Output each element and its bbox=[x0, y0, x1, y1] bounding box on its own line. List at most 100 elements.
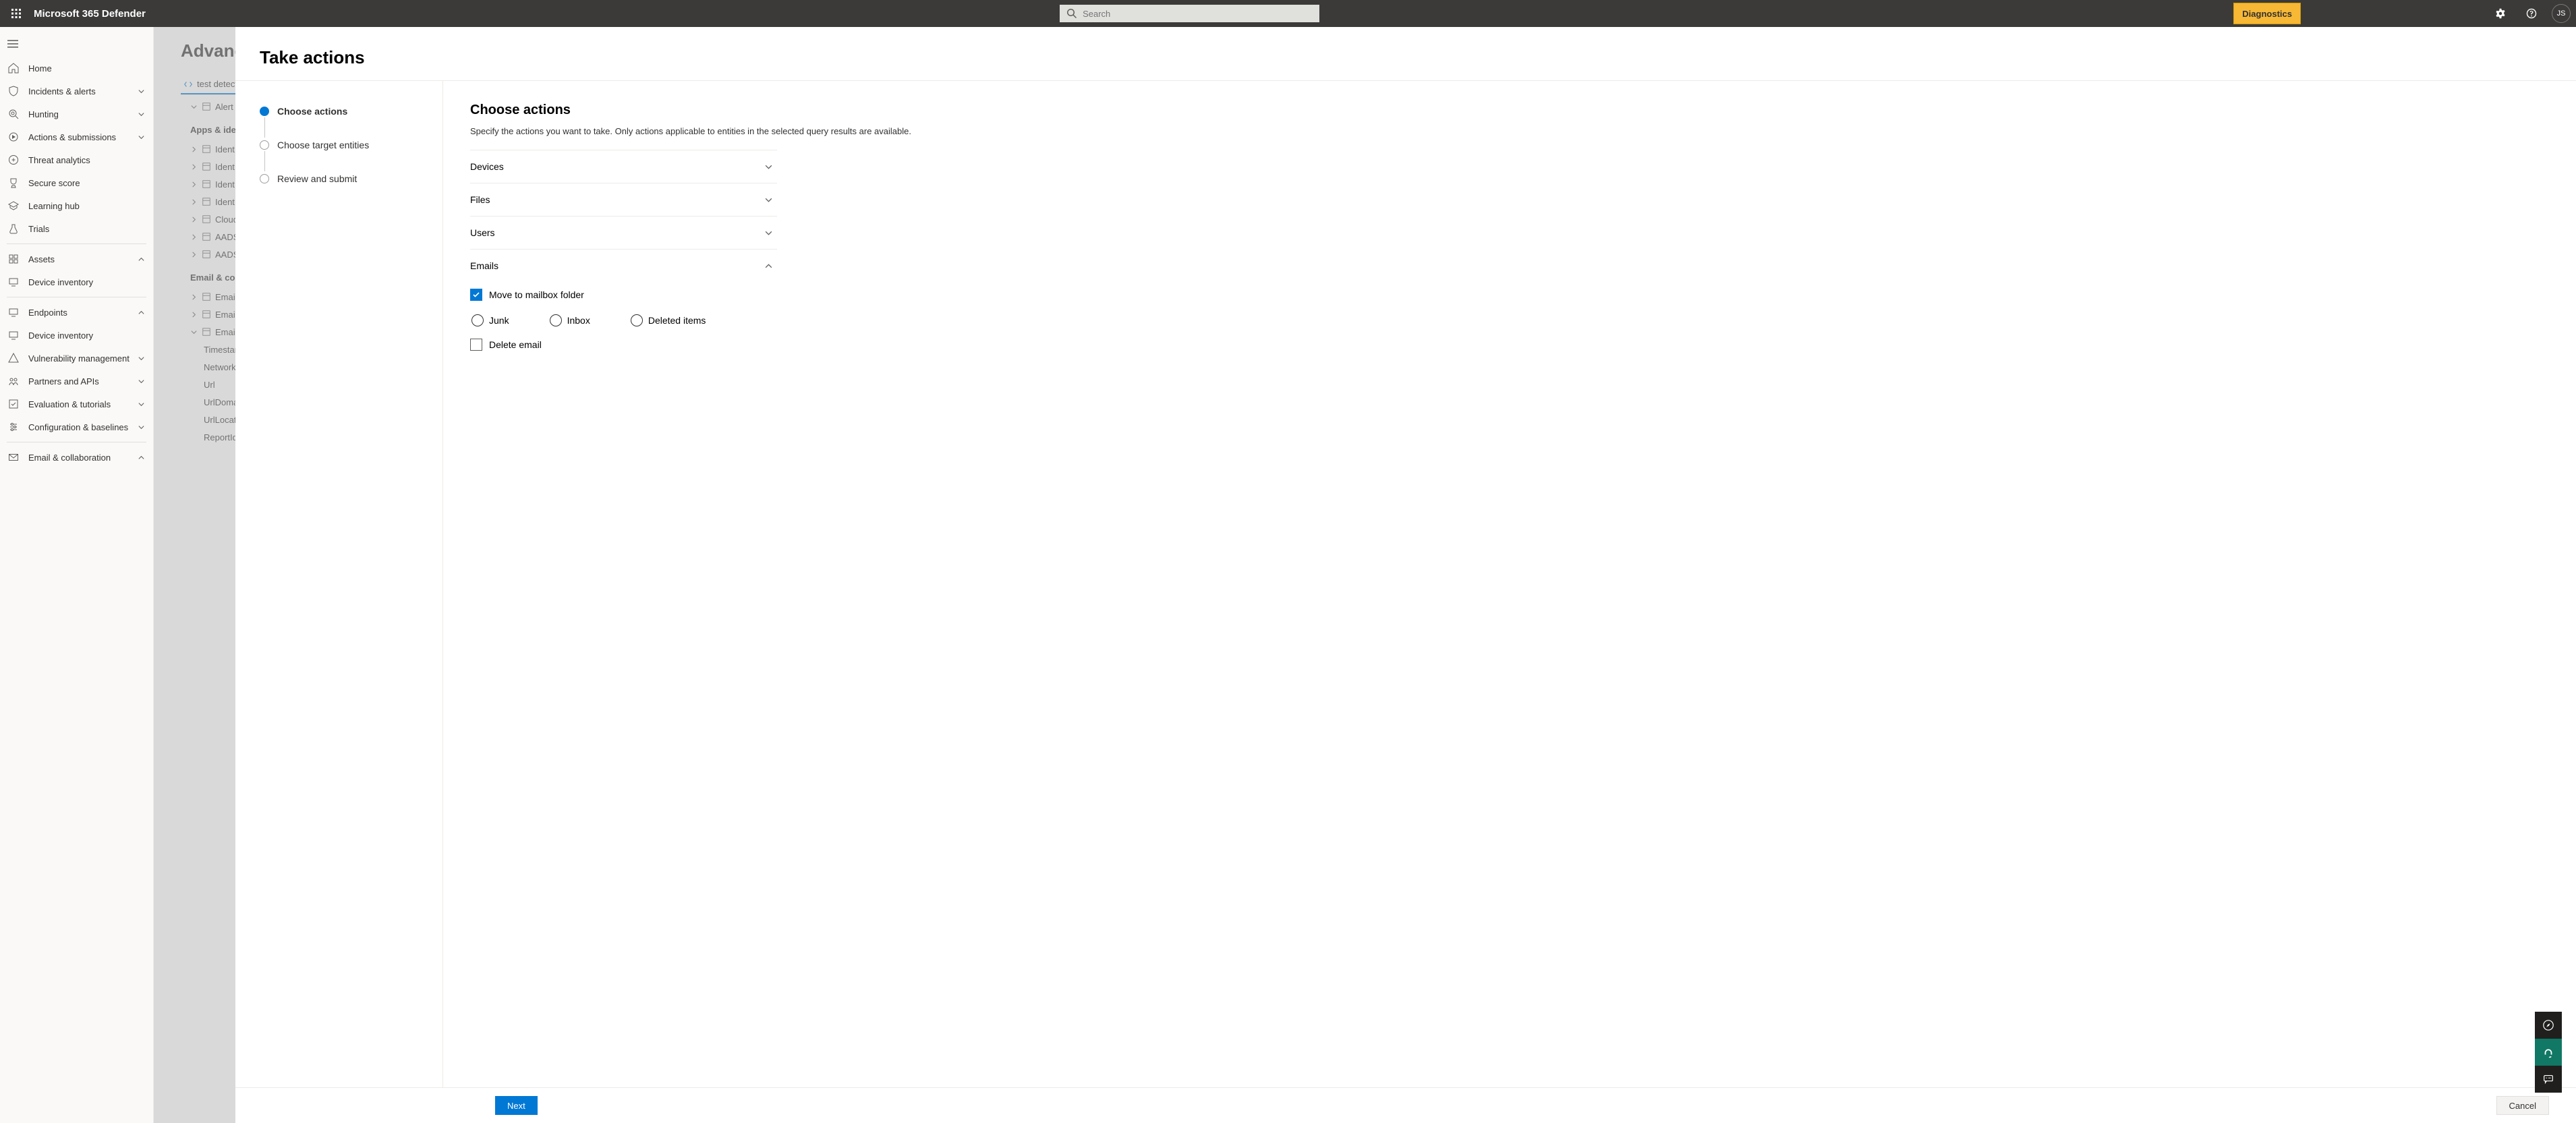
endpoints-icon bbox=[8, 307, 19, 318]
radio-label: Junk bbox=[489, 315, 509, 326]
collapse-sidebar-button[interactable] bbox=[0, 31, 26, 57]
nav-secure-score[interactable]: Secure score bbox=[0, 171, 153, 194]
hamburger-icon bbox=[7, 38, 18, 49]
accordion-users[interactable]: Users bbox=[470, 216, 777, 249]
chevron-down-icon bbox=[138, 401, 145, 408]
mail-icon bbox=[8, 452, 19, 463]
chevron-down-icon bbox=[138, 424, 145, 431]
nav-assets[interactable]: Assets bbox=[0, 248, 153, 270]
actions-icon bbox=[8, 132, 19, 142]
nav-home[interactable]: Home bbox=[0, 57, 153, 80]
radio-inbox[interactable]: Inbox bbox=[550, 314, 590, 326]
nav-incidents[interactable]: Incidents & alerts bbox=[0, 80, 153, 103]
device-icon bbox=[8, 330, 19, 341]
nav-partners[interactable]: Partners and APIs bbox=[0, 370, 153, 393]
sidebar: Home Incidents & alerts Hunting Actions … bbox=[0, 27, 154, 1123]
nav-label: Device inventory bbox=[28, 330, 93, 341]
nav-label: Threat analytics bbox=[28, 155, 90, 165]
chevron-down-icon bbox=[764, 196, 773, 204]
checkbox-label: Delete email bbox=[489, 339, 542, 350]
chevron-down-icon bbox=[138, 111, 145, 118]
nav-label: Incidents & alerts bbox=[28, 86, 96, 96]
accordion-files[interactable]: Files bbox=[470, 183, 777, 216]
section-desc: Specify the actions you want to take. On… bbox=[470, 126, 2549, 136]
chevron-down-icon bbox=[764, 163, 773, 171]
help-icon bbox=[2525, 7, 2538, 20]
nav-eval[interactable]: Evaluation & tutorials bbox=[0, 393, 153, 415]
chevron-down-icon bbox=[138, 134, 145, 141]
radio-label: Inbox bbox=[567, 315, 590, 326]
nav-actions[interactable]: Actions & submissions bbox=[0, 125, 153, 148]
app-launcher[interactable] bbox=[5, 3, 27, 24]
device-icon bbox=[8, 277, 19, 287]
side-tool-feedback[interactable] bbox=[2535, 1066, 2562, 1093]
nav-label: Device inventory bbox=[28, 277, 93, 287]
nav-email-collab[interactable]: Email & collaboration bbox=[0, 446, 153, 469]
threat-icon bbox=[8, 154, 19, 165]
nav-label: Endpoints bbox=[28, 308, 67, 318]
topbar: Microsoft 365 Defender Diagnostics JS bbox=[0, 0, 2576, 27]
nav-config[interactable]: Configuration & baselines bbox=[0, 415, 153, 438]
nav-learning-hub[interactable]: Learning hub bbox=[0, 194, 153, 217]
nav-endpoints[interactable]: Endpoints bbox=[0, 301, 153, 324]
learning-icon bbox=[8, 200, 19, 211]
accordion-label: Emails bbox=[470, 260, 498, 271]
accordion-devices[interactable]: Devices bbox=[470, 150, 777, 183]
wizard-step-label: Choose actions bbox=[277, 106, 347, 117]
trophy-icon bbox=[8, 177, 19, 188]
accordion-label: Devices bbox=[470, 161, 504, 172]
accordion-label: Users bbox=[470, 227, 495, 238]
shield-icon bbox=[8, 86, 19, 96]
wizard-step-choose-entities[interactable]: Choose target entities bbox=[235, 136, 429, 154]
nav-threat-analytics[interactable]: Threat analytics bbox=[0, 148, 153, 171]
radio-icon bbox=[631, 314, 643, 326]
search-input[interactable] bbox=[1083, 9, 1313, 19]
side-tools bbox=[2535, 1012, 2562, 1093]
wizard-step-label: Review and submit bbox=[277, 173, 357, 184]
assets-icon bbox=[8, 254, 19, 264]
search-box[interactable] bbox=[1060, 5, 1319, 22]
checkbox-move-to-folder[interactable]: Move to mailbox folder bbox=[470, 289, 777, 301]
panel-content: Choose actions Specify the actions you w… bbox=[443, 81, 2576, 1087]
wizard-step-review[interactable]: Review and submit bbox=[235, 170, 429, 188]
help-button[interactable] bbox=[2521, 3, 2542, 24]
accordion-emails[interactable]: Emails bbox=[470, 249, 777, 282]
chevron-up-icon bbox=[138, 454, 145, 461]
nav-device-inventory[interactable]: Device inventory bbox=[0, 270, 153, 293]
nav-device-inventory-2[interactable]: Device inventory bbox=[0, 324, 153, 347]
trials-icon bbox=[8, 223, 19, 234]
nav-vuln-mgmt[interactable]: Vulnerability management bbox=[0, 347, 153, 370]
nav-label: Trials bbox=[28, 224, 49, 234]
settings-button[interactable] bbox=[2490, 3, 2511, 24]
radio-icon bbox=[550, 314, 562, 326]
cancel-button[interactable]: Cancel bbox=[2496, 1096, 2549, 1115]
compass-icon bbox=[2542, 1019, 2554, 1031]
chevron-down-icon bbox=[138, 355, 145, 362]
nav-hunting[interactable]: Hunting bbox=[0, 103, 153, 125]
diagnostics-button[interactable]: Diagnostics bbox=[2233, 3, 2301, 24]
hunting-icon bbox=[8, 109, 19, 119]
radio-deleted-items[interactable]: Deleted items bbox=[631, 314, 706, 326]
nav-trials[interactable]: Trials bbox=[0, 217, 153, 240]
wizard-step-choose-actions[interactable]: Choose actions bbox=[235, 103, 429, 120]
next-button[interactable]: Next bbox=[495, 1096, 538, 1115]
nav-label: Secure score bbox=[28, 178, 80, 188]
checkbox-delete-email[interactable]: Delete email bbox=[470, 339, 777, 351]
nav-label: Partners and APIs bbox=[28, 376, 99, 386]
side-tool-headset[interactable] bbox=[2535, 1039, 2562, 1066]
checkbox-icon bbox=[470, 339, 482, 351]
user-avatar[interactable]: JS bbox=[2552, 4, 2571, 23]
chevron-down-icon bbox=[138, 378, 145, 385]
panel-footer: Next Cancel bbox=[235, 1087, 2576, 1123]
radio-icon bbox=[471, 314, 484, 326]
checkbox-icon bbox=[470, 289, 482, 301]
nav-label: Email & collaboration bbox=[28, 453, 111, 463]
chevron-up-icon bbox=[764, 262, 773, 270]
headset-icon bbox=[2542, 1046, 2554, 1058]
side-tool-compass[interactable] bbox=[2535, 1012, 2562, 1039]
product-title: Microsoft 365 Defender bbox=[34, 8, 146, 20]
wizard-step-label: Choose target entities bbox=[277, 140, 369, 150]
radio-junk[interactable]: Junk bbox=[471, 314, 509, 326]
nav-label: Configuration & baselines bbox=[28, 422, 128, 432]
wizard-steps: Choose actions Choose target entities Re… bbox=[235, 81, 443, 1087]
